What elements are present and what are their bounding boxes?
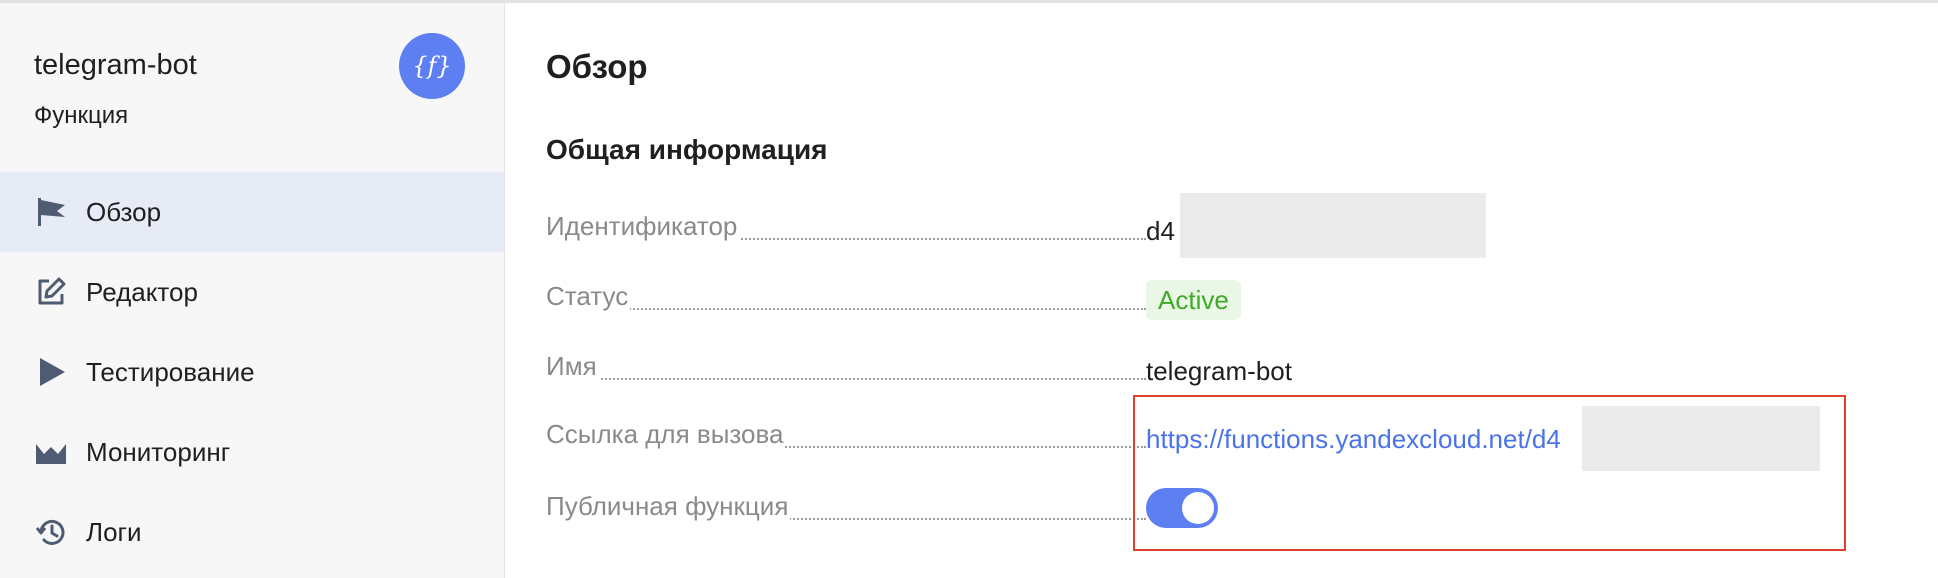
history-icon bbox=[34, 515, 68, 549]
sidebar-item-label: Тестирование bbox=[86, 356, 255, 387]
function-name: telegram-bot bbox=[34, 49, 197, 81]
highlight-box bbox=[1133, 395, 1846, 551]
sidebar: telegram-bot Функция {f} Обзор Редактор … bbox=[0, 3, 505, 578]
function-icon: {f} bbox=[399, 33, 465, 99]
edit-icon bbox=[34, 275, 68, 309]
status-badge: Active bbox=[1146, 280, 1241, 320]
field-label-status: Статус bbox=[546, 281, 631, 312]
sidebar-item-label: Редактор bbox=[86, 276, 198, 307]
sidebar-item-label: Обзор bbox=[86, 196, 162, 227]
sidebar-item-editor[interactable]: Редактор bbox=[0, 252, 504, 332]
field-row-status: Статус bbox=[546, 280, 1146, 320]
sidebar-item-logs[interactable]: Логи bbox=[0, 492, 504, 572]
sidebar-nav: Обзор Редактор Тестирование Мониторинг Л… bbox=[0, 172, 504, 572]
field-row-id: Идентификатор bbox=[546, 210, 1146, 250]
flag-icon bbox=[34, 195, 68, 229]
svg-text:{f}: {f} bbox=[412, 52, 451, 80]
function-type: Функция bbox=[34, 102, 129, 129]
sidebar-item-overview[interactable]: Обзор bbox=[0, 172, 504, 252]
field-row-invoke-link: Ссылка для вызова bbox=[546, 418, 1146, 458]
sidebar-item-monitoring[interactable]: Мониторинг bbox=[0, 412, 504, 492]
field-label-id: Идентификатор bbox=[546, 211, 740, 242]
chart-icon bbox=[34, 435, 68, 469]
section-title: Общая информация bbox=[546, 134, 828, 165]
sidebar-item-label: Мониторинг bbox=[86, 436, 231, 467]
field-label-public: Публичная функция bbox=[546, 491, 791, 522]
field-row-name: Имя bbox=[546, 350, 1146, 390]
sidebar-item-testing[interactable]: Тестирование bbox=[0, 332, 504, 412]
play-icon bbox=[34, 355, 68, 389]
field-label-name: Имя bbox=[546, 351, 599, 382]
field-row-public: Публичная функция bbox=[546, 490, 1146, 530]
page-title: Обзор bbox=[546, 48, 648, 85]
sidebar-item-label: Логи bbox=[86, 516, 142, 547]
redacted-block bbox=[1180, 193, 1486, 258]
field-label-invoke-link: Ссылка для вызова bbox=[546, 419, 786, 450]
field-value-name: telegram-bot bbox=[1146, 356, 1292, 386]
field-value-id: d4 bbox=[1146, 216, 1175, 246]
